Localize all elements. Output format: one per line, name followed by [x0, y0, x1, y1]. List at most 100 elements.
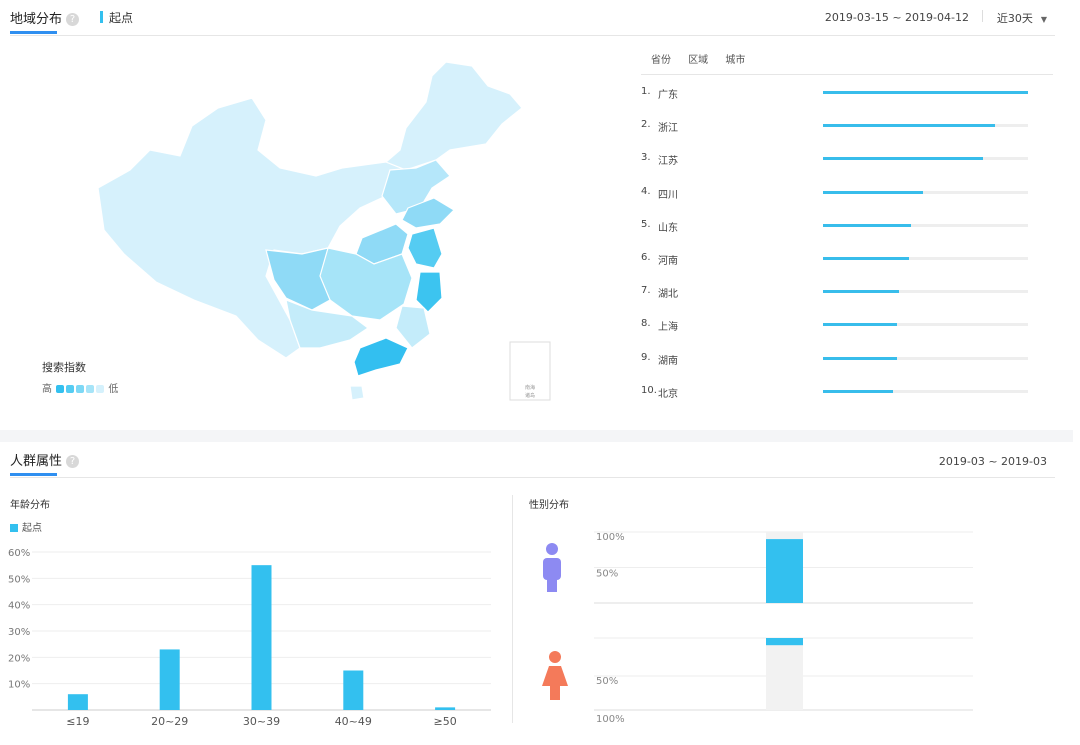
rank-name: 湖南 [658, 355, 678, 367]
rank-bar-track [823, 157, 1028, 161]
crowd-tabbar: 人群属性? 2019-03 ~ 2019-03 [10, 442, 1055, 478]
rank-number: 3. [641, 152, 651, 164]
svg-text:南海: 南海 [525, 384, 535, 391]
map-region-hainan[interactable] [349, 385, 365, 401]
age-title: 年龄分布 [10, 500, 50, 511]
map-region-west[interactable] [97, 97, 411, 359]
y-tick-label: 60% [8, 548, 30, 559]
rank-bar-fill [823, 323, 897, 327]
y-tick-label: 30% [8, 627, 30, 638]
rank-bar-fill [823, 356, 897, 360]
china-map[interactable]: 南海 诸岛 [90, 58, 560, 408]
rank-row[interactable]: 3. 江苏 [641, 149, 1061, 167]
y-tick-label: 40% [8, 601, 30, 612]
rank-row[interactable]: 1. 广东 [641, 83, 1061, 101]
map-region-zhejiang[interactable] [415, 271, 443, 313]
help-icon[interactable]: ? [66, 13, 80, 26]
rank-number: 5. [641, 218, 651, 230]
rank-row[interactable]: 2. 浙江 [641, 116, 1061, 134]
x-tick-label: 30~39 [243, 715, 280, 728]
legend-swatch [56, 385, 65, 393]
date-range[interactable]: 2019-03-15 ~ 2019-04-12 [825, 11, 969, 24]
map-region-jiangsu[interactable] [407, 227, 443, 269]
rank-name: 浙江 [658, 123, 678, 135]
tab-area[interactable]: 区域 [688, 55, 708, 66]
rank-bar-track [823, 356, 1028, 360]
region-panel: 地域分布? 起点 2019-03-15 ~ 2019-04-12 近30天 ▼ 南… [0, 0, 1073, 430]
legend-scale: 高 低 [42, 380, 118, 395]
rank-number: 10. [641, 384, 657, 396]
rank-bar-track [823, 124, 1028, 128]
rank-row[interactable]: 6. 河南 [641, 249, 1061, 267]
x-tick-label: ≤19 [66, 715, 89, 728]
period-dropdown[interactable]: 近30天 ▼ [997, 10, 1047, 26]
rank-bar-fill [823, 124, 996, 128]
active-tab-indicator [10, 473, 57, 476]
rank-number: 4. [641, 185, 651, 197]
rank-tabs: 省份 区域 城市 [651, 51, 759, 66]
legend-swatch [76, 385, 85, 393]
rank-number: 1. [641, 86, 651, 97]
male-head [546, 543, 558, 555]
map-region-guangdong[interactable] [353, 337, 409, 377]
active-tab-indicator [10, 31, 57, 34]
y-tick-label: 50% [8, 574, 30, 585]
rank-name: 北京 [658, 388, 678, 400]
male-bar [766, 539, 803, 603]
female-bar [766, 638, 803, 646]
female-head [549, 651, 561, 663]
age-legend[interactable]: 起点 [10, 519, 42, 534]
female-tick-label: 50% [596, 676, 618, 687]
male-tick-label: 100% [596, 532, 625, 543]
male-body [543, 558, 561, 580]
age-bar [67, 694, 88, 710]
region-tabbar: 地域分布? 起点 2019-03-15 ~ 2019-04-12 近30天 ▼ [10, 0, 1055, 36]
map-region-northeast[interactable] [384, 61, 523, 171]
rank-row[interactable]: 5. 山东 [641, 216, 1061, 234]
map-region-central[interactable] [317, 247, 413, 321]
rank-row[interactable]: 10. 北京 [641, 382, 1061, 400]
rank-row[interactable]: 4. 四川 [641, 183, 1061, 201]
rank-bar-track [823, 389, 1028, 393]
crowd-date-range: 2019-03 ~ 2019-03 [938, 455, 1047, 468]
x-tick-label: 20~29 [151, 715, 188, 728]
age-bar [159, 649, 180, 710]
tab-region-distribution[interactable]: 地域分布? [10, 8, 80, 27]
rank-bar-track [823, 223, 1028, 227]
x-tick-label: 40~49 [335, 715, 372, 728]
map-region-southeast[interactable] [395, 305, 431, 349]
rank-row[interactable]: 7. 湖北 [641, 282, 1061, 300]
rank-bar-fill [823, 190, 924, 194]
scrollbar[interactable] [1073, 0, 1080, 745]
female-bar-track [766, 638, 803, 710]
y-tick-label: 20% [8, 653, 30, 664]
rank-row[interactable]: 9. 湖南 [641, 349, 1061, 367]
female-dress [542, 666, 568, 686]
tab-province[interactable]: 省份 [651, 55, 671, 66]
south-sea-inset: 南海 诸岛 [509, 341, 551, 401]
rank-bar-fill [823, 91, 1028, 94]
tab-crowd-attributes[interactable]: 人群属性? [10, 450, 80, 469]
age-bar [435, 707, 456, 710]
rank-bar-track [823, 91, 1028, 94]
rank-number: 2. [641, 119, 651, 131]
legend-swatches [55, 384, 105, 395]
rank-name: 广东 [658, 90, 678, 101]
help-icon[interactable]: ? [66, 455, 80, 468]
divider [982, 10, 983, 22]
legend-swatch [86, 385, 95, 393]
gender-title: 性别分布 [529, 500, 569, 511]
male-tick-label: 50% [596, 569, 618, 580]
caret-down-icon: ▼ [1040, 15, 1047, 24]
rank-name: 山东 [658, 222, 678, 234]
female-legs [550, 684, 560, 700]
female-tick-label: 100% [596, 714, 625, 725]
rank-number: 8. [641, 318, 651, 330]
rank-row[interactable]: 8. 上海 [641, 315, 1061, 333]
rank-divider [641, 74, 1053, 75]
tab-city[interactable]: 城市 [725, 55, 745, 66]
male-person-icon [543, 543, 561, 592]
rank-bar-track [823, 257, 1028, 260]
legend-low: 低 [108, 384, 119, 395]
female-person-icon [542, 651, 568, 700]
